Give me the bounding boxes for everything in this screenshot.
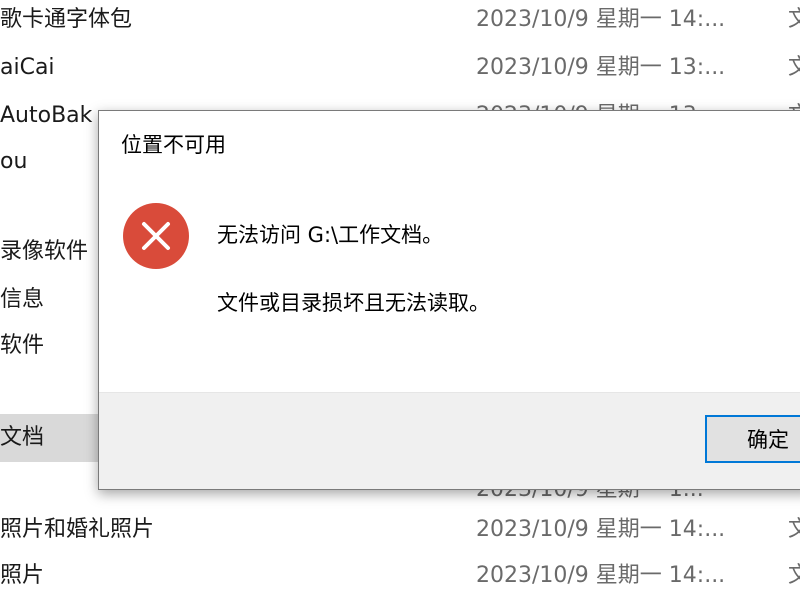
file-type: 文 [788, 517, 800, 542]
dialog-footer: 确定 [99, 392, 800, 489]
file-row[interactable]: 照片 2023/10/9 星期一 14:... 文 [0, 552, 800, 600]
error-x-glyph [142, 222, 170, 250]
ok-button[interactable]: 确定 [705, 415, 800, 463]
file-name: 歌卡通字体包 [0, 7, 133, 32]
file-name: 软件 [0, 333, 45, 358]
error-message-line-2: 文件或目录损坏且无法读取。 [217, 291, 490, 315]
file-date: 2023/10/9 星期一 13:... [476, 55, 726, 80]
file-type: 文 [788, 7, 800, 32]
error-message-line-1: 无法访问 G:\工作文档。 [217, 223, 444, 247]
file-name: 照片 [0, 563, 45, 588]
file-name: ou [0, 149, 28, 174]
file-row[interactable]: 照片和婚礼照片 2023/10/9 星期一 14:... 文 [0, 506, 800, 554]
file-date: 2023/10/9 星期一 14:... [476, 563, 726, 588]
file-name: 信息 [0, 287, 45, 312]
file-name: 照片和婚礼照片 [0, 517, 155, 542]
dialog-title: 位置不可用 [121, 133, 226, 157]
file-name: aiCai [0, 55, 55, 80]
file-type: 文 [788, 563, 800, 588]
file-date: 2023/10/9 星期一 14:... [476, 517, 726, 542]
file-row[interactable]: aiCai 2023/10/9 星期一 13:... 文 [0, 44, 800, 92]
file-date: 2023/10/9 星期一 14:... [476, 7, 726, 32]
file-name: AutoBak [0, 103, 93, 128]
error-dialog: 位置不可用 无法访问 G:\工作文档。 文件或目录损坏且无法读取。 确定 [98, 110, 800, 490]
error-x-icon [123, 203, 189, 269]
file-type: 文 [788, 55, 800, 80]
file-name: 录像软件 [0, 239, 89, 264]
file-row[interactable]: 歌卡通字体包 2023/10/9 星期一 14:... 文 [0, 0, 800, 44]
file-name: 文档 [0, 425, 45, 450]
